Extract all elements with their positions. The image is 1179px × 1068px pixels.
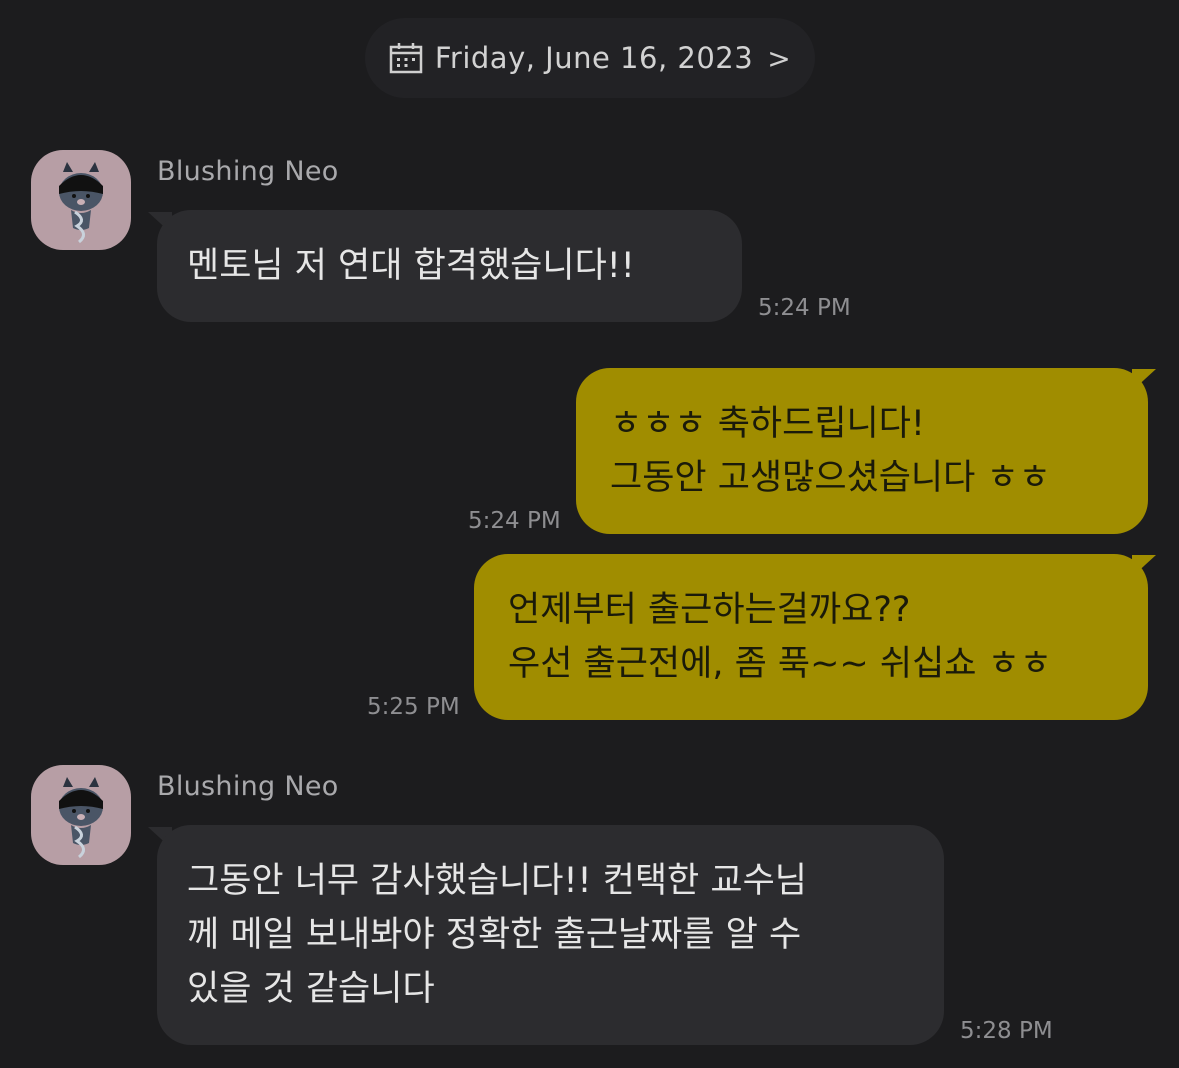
sender-name: Blushing Neo	[157, 156, 339, 187]
date-header[interactable]: Friday, June 16, 2023 >	[365, 18, 815, 98]
sender-name: Blushing Neo	[157, 771, 339, 802]
message-time: 5:25 PM	[367, 694, 460, 720]
avatar[interactable]	[31, 765, 131, 865]
neo-character-icon	[59, 777, 103, 859]
neo-character-icon	[59, 162, 103, 244]
message-time: 5:24 PM	[758, 295, 851, 321]
chevron-right-icon: >	[767, 41, 792, 75]
calendar-icon	[389, 43, 423, 74]
message-time: 5:28 PM	[960, 1018, 1053, 1044]
message-bubble-outgoing[interactable]: ㅎㅎㅎ 축하드립니다! 그동안 고생많으셨습니다 ㅎㅎ	[576, 368, 1148, 534]
message-bubble-incoming[interactable]: 멘토님 저 연대 합격했습니다!!	[157, 210, 742, 322]
message-time: 5:24 PM	[468, 508, 561, 534]
message-bubble-outgoing[interactable]: 언제부터 출근하는걸까요?? 우선 출근전에, 좀 푹~~ 쉬십쇼 ㅎㅎ	[474, 554, 1148, 720]
message-bubble-incoming[interactable]: 그동안 너무 감사했습니다!! 컨택한 교수님 께 메일 보내봐야 정확한 출근…	[157, 825, 944, 1045]
chat-screen: Friday, June 16, 2023 > Blushing Neo 멘토님…	[0, 0, 1179, 1068]
avatar[interactable]	[31, 150, 131, 250]
date-text: Friday, June 16, 2023	[434, 41, 754, 75]
